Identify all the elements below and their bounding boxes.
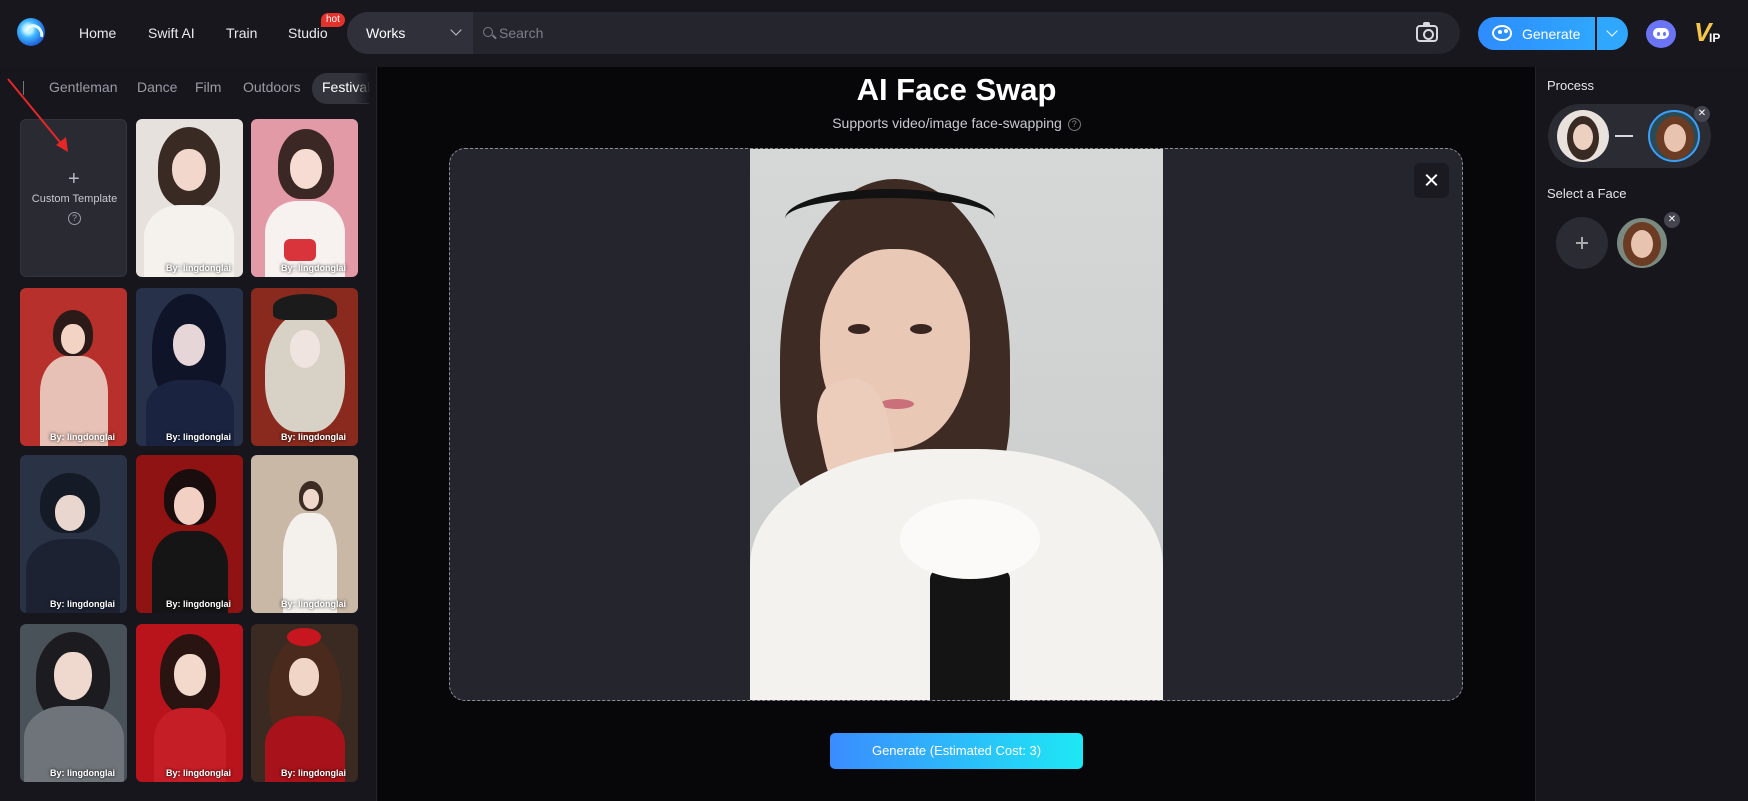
- hot-badge: hot: [321, 13, 345, 27]
- template-tile[interactable]: By: lingdonglai: [251, 288, 358, 446]
- remove-image-button[interactable]: [1414, 163, 1449, 198]
- discord-icon[interactable]: [1646, 20, 1676, 48]
- add-face-button[interactable]: [1556, 217, 1608, 269]
- close-icon[interactable]: ✕: [1694, 106, 1710, 122]
- tile-credit: By: lingdonglai: [166, 599, 231, 609]
- nav-train[interactable]: Train: [226, 25, 257, 41]
- tile-credit: By: lingdonglai: [281, 768, 346, 778]
- top-navigation-bar: Home Swift AI Train Studio hot Works Gen…: [0, 0, 1748, 67]
- tile-credit: By: lingdonglai: [166, 432, 231, 442]
- search-bar: Works: [347, 12, 1460, 54]
- template-tile[interactable]: By: lingdonglai: [251, 119, 358, 277]
- tile-credit: By: lingdonglai: [50, 599, 115, 609]
- close-icon[interactable]: ✕: [1664, 212, 1680, 228]
- generate-dropdown-button[interactable]: [1597, 17, 1628, 50]
- palette-icon: [1492, 25, 1512, 41]
- tile-credit: By: lingdonglai: [166, 263, 231, 273]
- source-avatar: [1557, 110, 1609, 162]
- page-subtitle: Supports video/image face-swapping?: [378, 115, 1535, 131]
- template-tile[interactable]: By: lingdonglai: [251, 624, 358, 782]
- target-avatar: [1648, 110, 1700, 162]
- custom-template-label: Custom Template: [31, 193, 118, 205]
- generate-button[interactable]: Generate: [1478, 17, 1595, 50]
- search-input[interactable]: [499, 22, 1299, 44]
- template-tile[interactable]: By: lingdonglai: [136, 624, 243, 782]
- help-icon[interactable]: ?: [1067, 118, 1081, 131]
- process-preview: ✕: [1548, 104, 1711, 168]
- category-scroll-edge: [23, 81, 24, 95]
- process-arrow: [1615, 135, 1633, 137]
- face-avatar[interactable]: [1617, 218, 1667, 268]
- template-panel: Gentleman Dance Film Outdoors Festival +…: [0, 67, 377, 801]
- nav-home[interactable]: Home: [79, 25, 116, 41]
- page-subtitle-text: Supports video/image face-swapping: [832, 115, 1062, 131]
- plus-icon: +: [68, 168, 80, 190]
- chevron-down-icon: [450, 24, 462, 36]
- upload-dropzone[interactable]: [449, 148, 1463, 701]
- face-swap-workspace: AI Face Swap Supports video/image face-s…: [378, 67, 1535, 801]
- category-tabs: Gentleman Dance Film Outdoors Festival: [0, 73, 376, 104]
- process-label: Process: [1547, 78, 1594, 93]
- tile-credit: By: lingdonglai: [50, 768, 115, 778]
- generate-face-swap-button[interactable]: Generate (Estimated Cost: 3): [830, 733, 1083, 769]
- page-title: AI Face Swap: [856, 72, 1057, 107]
- search-scope-select[interactable]: Works: [347, 12, 473, 54]
- camera-icon[interactable]: [1416, 22, 1438, 42]
- tile-credit: By: lingdonglai: [50, 432, 115, 442]
- help-icon[interactable]: ?: [68, 212, 81, 225]
- tile-credit: By: lingdonglai: [166, 768, 231, 778]
- search-scope-label: Works: [366, 25, 406, 41]
- tile-credit: By: lingdonglai: [281, 263, 346, 273]
- tabs-fade: [354, 73, 376, 103]
- template-tile[interactable]: By: lingdonglai: [20, 455, 127, 613]
- template-tile[interactable]: By: lingdonglai: [251, 455, 358, 613]
- select-face-label: Select a Face: [1547, 186, 1627, 201]
- face-settings-panel: Process ✕ Select a Face ✕: [1535, 67, 1748, 801]
- template-tile[interactable]: By: lingdonglai: [136, 455, 243, 613]
- generate-button-label: Generate: [1522, 26, 1581, 42]
- uploaded-image: [750, 149, 1163, 700]
- category-tab-outdoors[interactable]: Outdoors: [243, 79, 301, 95]
- category-tab-film[interactable]: Film: [195, 79, 221, 95]
- category-tab-dance[interactable]: Dance: [137, 79, 177, 95]
- logo-icon[interactable]: [17, 18, 45, 46]
- tile-credit: By: lingdonglai: [281, 599, 346, 609]
- template-tile[interactable]: By: lingdonglai: [136, 119, 243, 277]
- search-icon: [483, 27, 493, 37]
- vip-suffix: IP: [1709, 31, 1721, 45]
- nav-swift-ai[interactable]: Swift AI: [148, 25, 195, 41]
- vip-icon[interactable]: V IP: [1694, 18, 1728, 48]
- template-tile[interactable]: By: lingdonglai: [136, 288, 243, 446]
- template-tile[interactable]: By: lingdonglai: [20, 624, 127, 782]
- category-tab-gentleman[interactable]: Gentleman: [49, 79, 117, 95]
- nav-studio[interactable]: Studio: [288, 25, 328, 41]
- custom-template-tile[interactable]: + Custom Template ?: [20, 119, 127, 277]
- tile-credit: By: lingdonglai: [281, 432, 346, 442]
- template-tile[interactable]: By: lingdonglai: [20, 288, 127, 446]
